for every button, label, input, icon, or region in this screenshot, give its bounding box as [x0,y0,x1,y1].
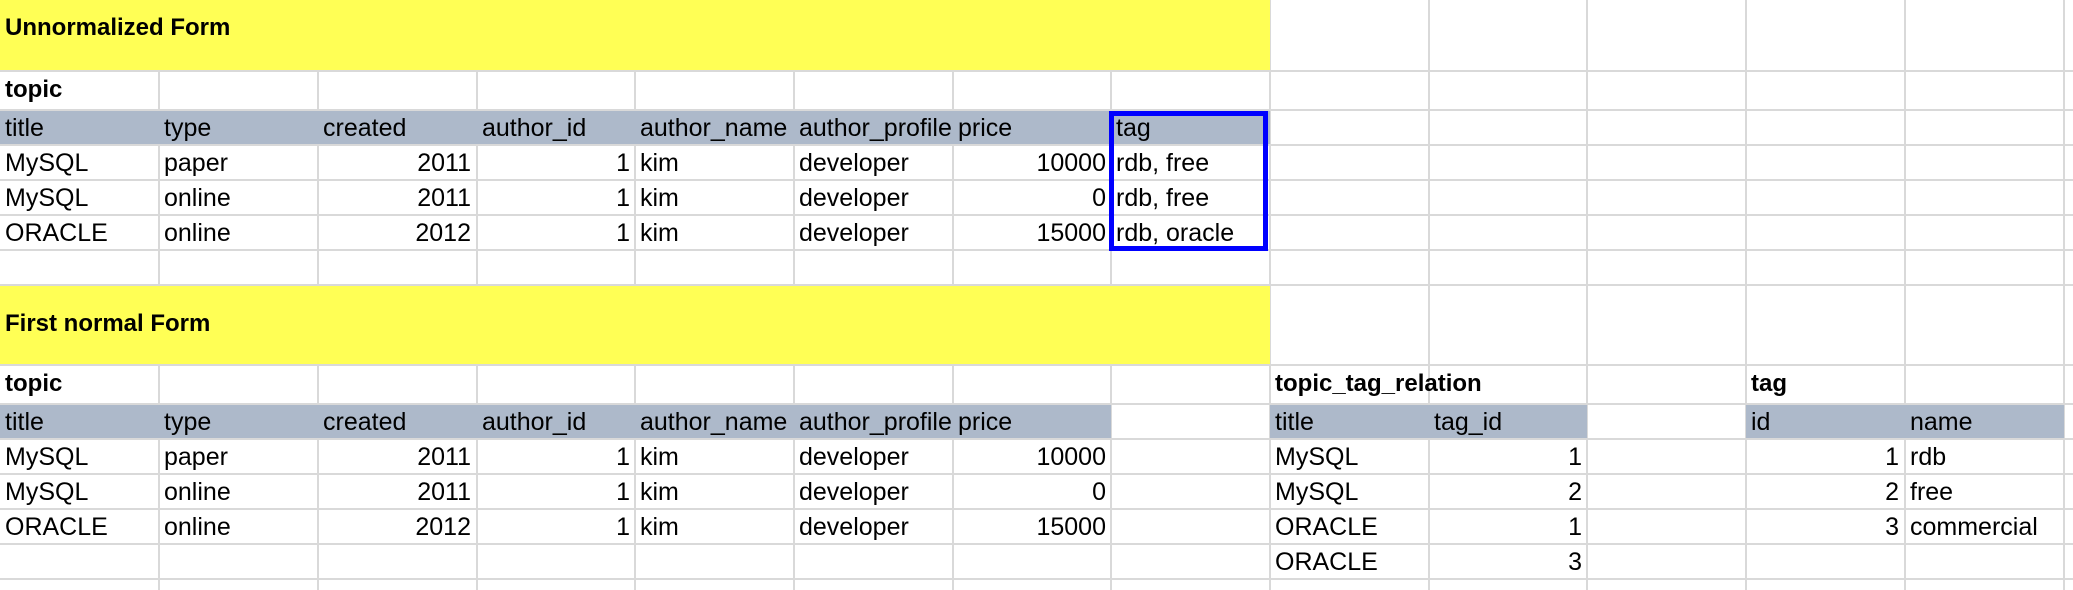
table-cell[interactable]: 0 [953,181,1111,215]
table-cell[interactable]: free [1905,475,2063,509]
table-cell[interactable]: 2012 [318,216,476,250]
table-cell[interactable]: MySQL [0,475,158,509]
table-cell[interactable]: online [159,475,317,509]
table-cell[interactable]: developer [794,146,952,180]
table-cell[interactable]: kim [635,440,793,474]
column-header-type[interactable]: type [159,111,317,145]
table-cell[interactable]: 15000 [953,510,1111,544]
column-header-title[interactable]: title [0,111,158,145]
table-cell[interactable]: developer [794,510,952,544]
relation-table-name: topic_tag_relation [1275,370,1482,397]
first-normal-banner-title: First normal Form [5,310,211,337]
table-cell[interactable]: MySQL [1270,475,1428,509]
table-cell[interactable]: online [159,510,317,544]
table-cell[interactable]: 15000 [953,216,1111,250]
column-header-author-id[interactable]: author_id [477,405,635,439]
column-header-type[interactable]: type [159,405,317,439]
table-cell[interactable]: 10000 [953,440,1111,474]
column-header-author-name[interactable]: author_name [635,405,793,439]
table-cell[interactable]: online [159,216,317,250]
unnormalized-table-name: topic [5,76,63,103]
column-header-author-name[interactable]: author_name [635,111,793,145]
table-cell[interactable]: commercial [1905,510,2063,544]
table-cell[interactable]: online [159,181,317,215]
table-cell[interactable]: 2011 [318,146,476,180]
column-header-tag-id[interactable]: tag_id [1429,405,1587,439]
table-cell[interactable]: 1 [1746,440,1904,474]
table-cell[interactable]: 1 [477,146,635,180]
table-cell[interactable]: 2011 [318,440,476,474]
table-cell[interactable]: developer [794,181,952,215]
unnormalized-banner-title: Unnormalized Form [5,14,231,41]
column-header-title[interactable]: title [0,405,158,439]
column-header-id[interactable]: id [1746,405,1904,439]
table-cell[interactable]: MySQL [0,146,158,180]
first-normal-topic-name: topic [5,370,63,397]
table-cell[interactable]: 1 [1429,440,1587,474]
column-header-author-id[interactable]: author_id [477,111,635,145]
table-cell[interactable]: 10000 [953,146,1111,180]
table-cell[interactable]: 2012 [318,510,476,544]
table-cell[interactable]: ORACLE [1270,545,1428,579]
table-cell[interactable]: MySQL [0,181,158,215]
table-cell[interactable]: kim [635,181,793,215]
column-header-created[interactable]: created [318,405,476,439]
table-cell[interactable]: ORACLE [1270,510,1428,544]
table-cell[interactable]: kim [635,216,793,250]
table-cell[interactable]: developer [794,216,952,250]
column-header-created[interactable]: created [318,111,476,145]
table-cell[interactable]: 2 [1746,475,1904,509]
table-cell[interactable]: kim [635,475,793,509]
table-cell[interactable]: 1 [1429,510,1587,544]
column-header-price[interactable]: price [953,111,1111,145]
table-cell[interactable]: 1 [477,475,635,509]
column-header-name[interactable]: name [1905,405,2063,439]
table-cell[interactable]: 3 [1746,510,1904,544]
table-cell[interactable]: ORACLE [0,510,158,544]
table-cell[interactable]: 2011 [318,181,476,215]
table-cell[interactable]: 1 [477,510,635,544]
tag-column-highlight [1109,111,1268,251]
table-cell[interactable]: kim [635,510,793,544]
column-header-author-profile[interactable]: author_profile [794,111,952,145]
table-cell[interactable]: rdb [1905,440,2063,474]
table-cell[interactable]: MySQL [1270,440,1428,474]
table-cell[interactable]: ORACLE [0,216,158,250]
table-cell[interactable]: 2 [1429,475,1587,509]
table-cell[interactable]: 1 [477,181,635,215]
tag-table-name: tag [1751,370,1787,397]
column-header-price[interactable]: price [953,405,1111,439]
table-cell[interactable]: kim [635,146,793,180]
table-cell[interactable]: MySQL [0,440,158,474]
table-cell[interactable]: developer [794,440,952,474]
table-cell[interactable]: 1 [477,440,635,474]
table-cell[interactable]: 1 [477,216,635,250]
column-header-relation-title[interactable]: title [1270,405,1428,439]
spreadsheet: Unnormalized Form topic title type creat… [0,0,2073,590]
table-cell[interactable]: paper [159,146,317,180]
column-header-author-profile[interactable]: author_profile [794,405,952,439]
table-cell[interactable]: 0 [953,475,1111,509]
table-cell[interactable]: 3 [1429,545,1587,579]
table-cell[interactable]: 2011 [318,475,476,509]
table-cell[interactable]: developer [794,475,952,509]
table-cell[interactable]: paper [159,440,317,474]
